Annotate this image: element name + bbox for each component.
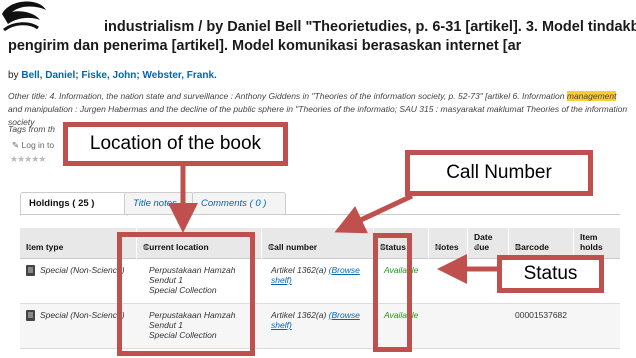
callout-status: Status (497, 255, 604, 293)
screenshot: industrialism / by Daniel Bell "Theoriet… (0, 0, 636, 358)
callout-location-of-book: Location of the book (63, 122, 288, 166)
callout-call-number: Call Number (405, 150, 593, 196)
arrow-to-call-number (334, 193, 414, 234)
